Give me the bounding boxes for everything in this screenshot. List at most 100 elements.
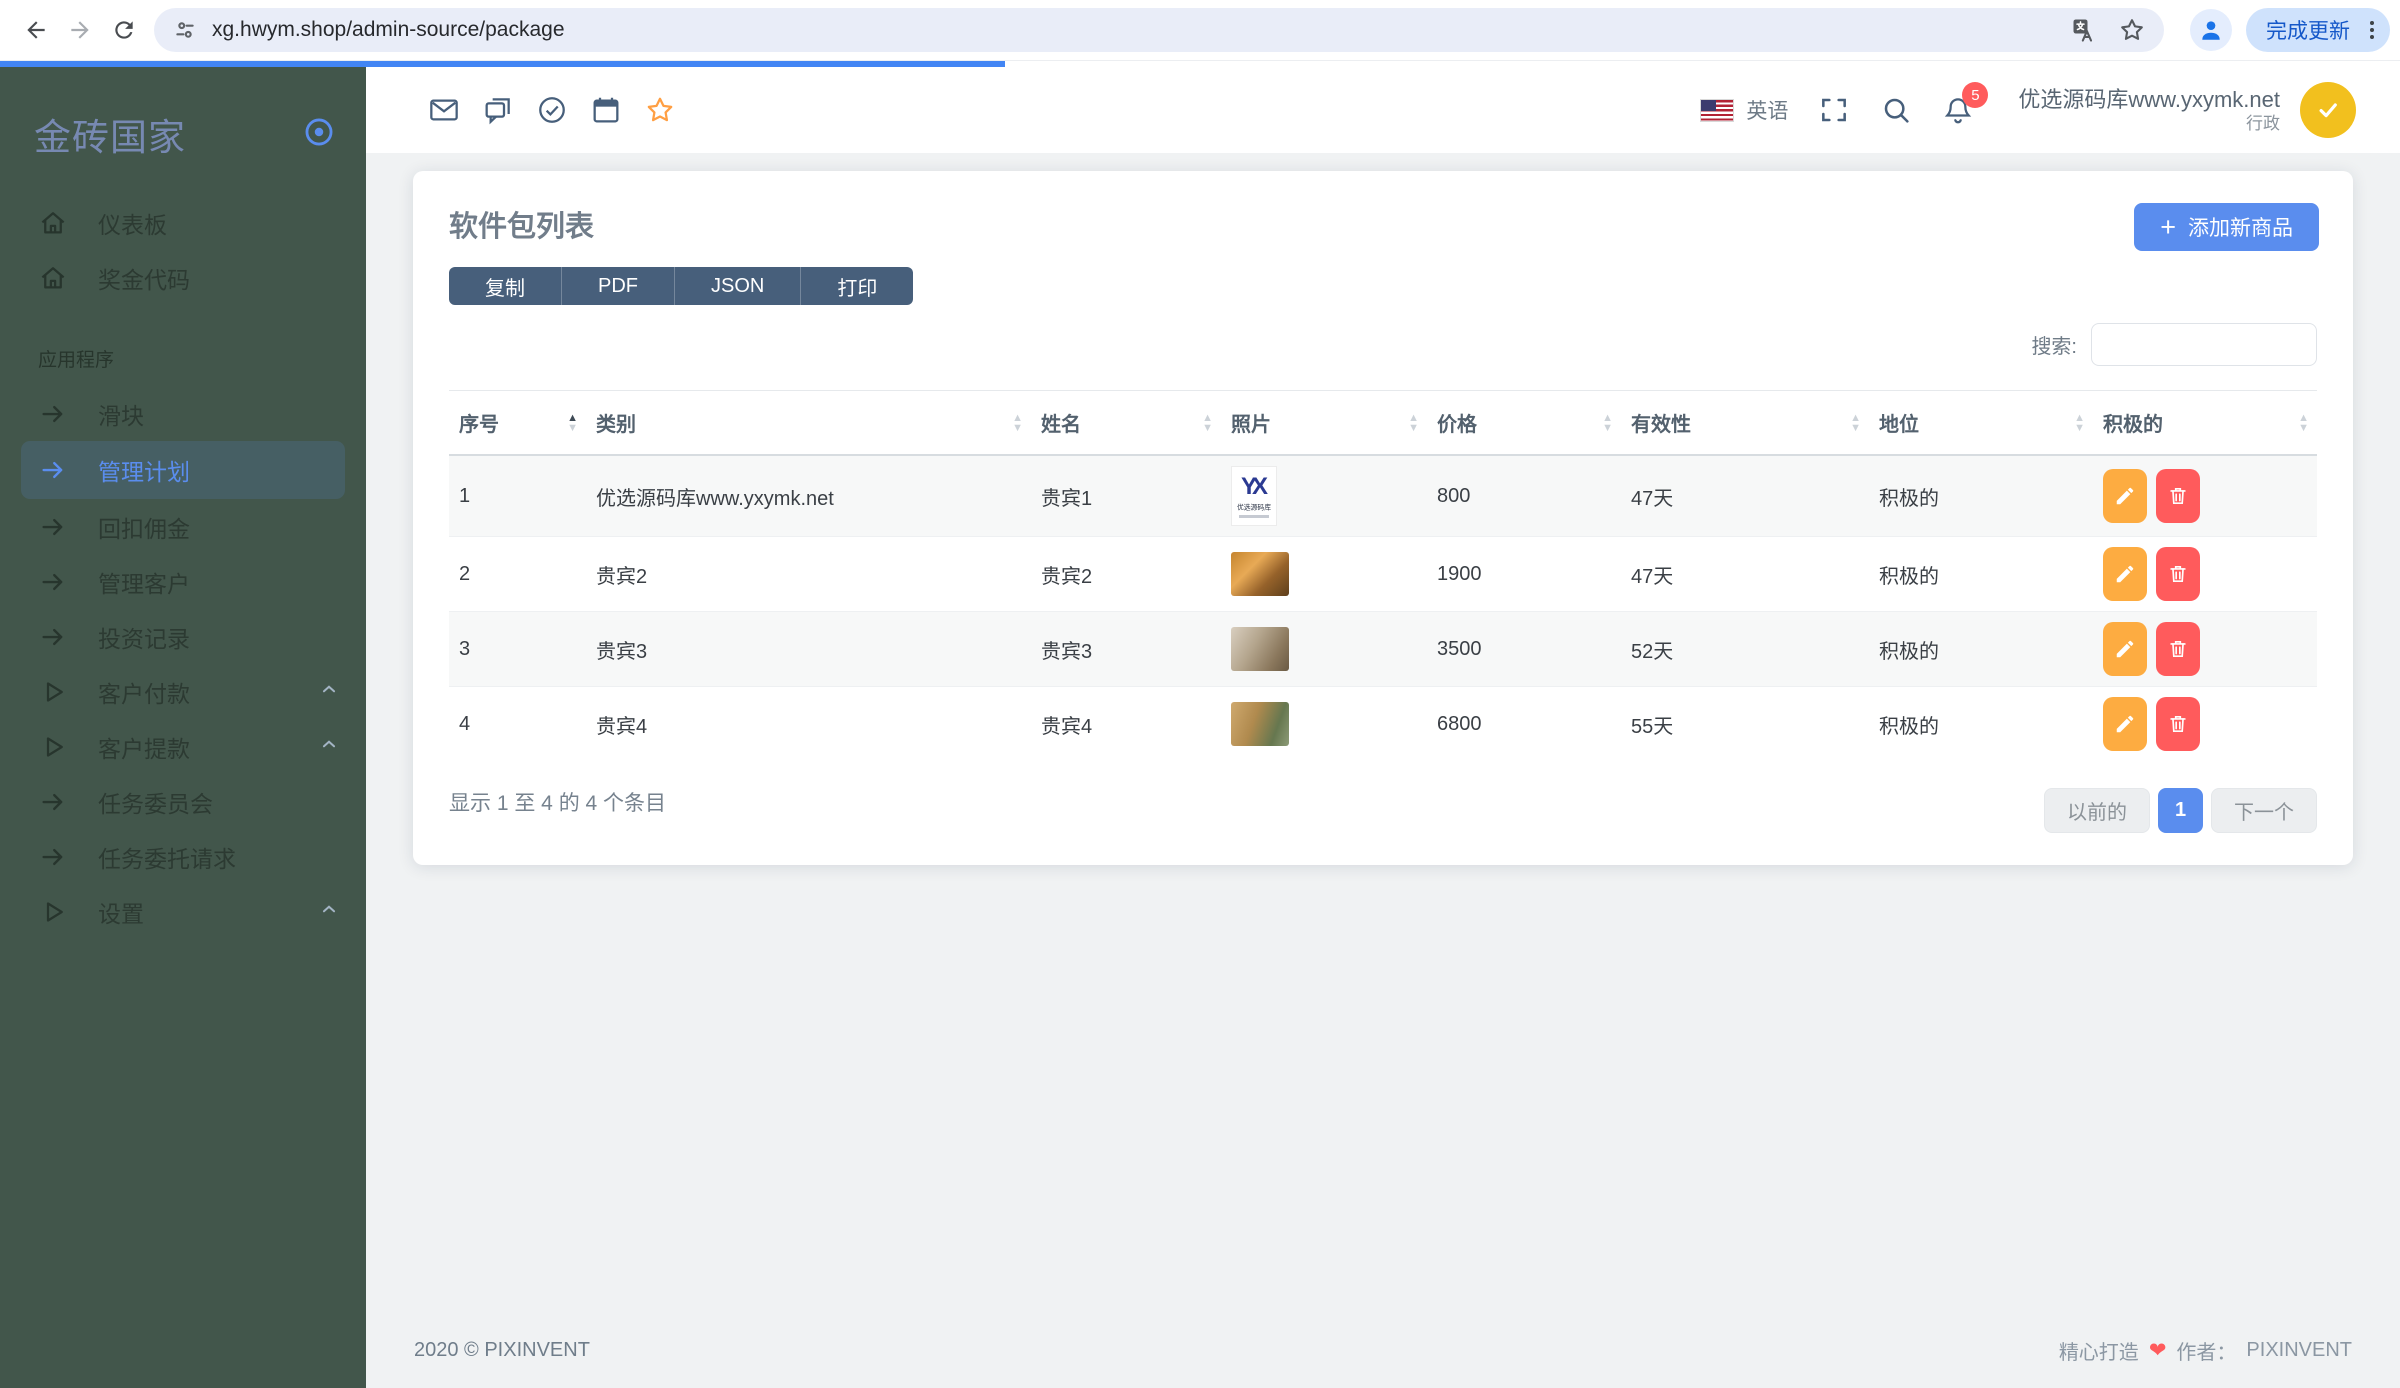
export-button[interactable]: 复制 (449, 267, 561, 305)
sidebar-item[interactable]: 仪表板 (0, 195, 366, 250)
sort-icons[interactable]: ▲ ▼ (1202, 412, 1213, 433)
sidebar-item[interactable]: 回扣佣金 (0, 499, 366, 554)
sort-icons[interactable]: ▲ ▼ (1408, 412, 1419, 433)
site-settings-icon[interactable] (172, 17, 198, 43)
cell-status: 积极的 (1869, 455, 2093, 537)
cell-name: 贵宾1 (1031, 455, 1221, 537)
edit-button[interactable] (2103, 547, 2147, 601)
cell-price: 3500 (1427, 611, 1621, 687)
delete-button[interactable] (2156, 469, 2200, 523)
column-header[interactable]: 照片 ▲ ▼ (1221, 390, 1427, 456)
search-icon[interactable] (1880, 94, 1912, 126)
us-flag-icon[interactable] (1700, 98, 1735, 122)
cell-validity: 47天 (1621, 455, 1869, 537)
bookmark-star-icon[interactable] (2118, 16, 2146, 44)
sidebar-item[interactable]: 任务委托请求 (0, 829, 366, 884)
cell-no: 1 (449, 455, 586, 537)
cell-name: 贵宾4 (1031, 686, 1221, 761)
sort-icons[interactable]: ▲ ▼ (2298, 412, 2309, 433)
user-role: 行政 (2246, 114, 2280, 134)
sort-icons[interactable]: ▲ ▼ (2074, 412, 2085, 433)
sort-icons[interactable]: ▲ ▼ (1850, 412, 1861, 433)
notification-badge: 5 (1962, 82, 1989, 108)
favorites-star-icon[interactable] (644, 94, 676, 126)
cell-category: 优选源码库www.yxymk.net (586, 455, 1031, 537)
pagination: 以前的 1 下一个 (2044, 788, 2317, 833)
reload-icon[interactable] (102, 8, 146, 52)
browser-profile-icon[interactable] (2190, 9, 2232, 51)
sidebar-item[interactable]: 客户提款 (0, 719, 366, 774)
export-button[interactable]: 打印 (800, 267, 914, 305)
check-circle-icon[interactable] (536, 94, 568, 126)
product-photo (1231, 627, 1289, 671)
cell-no: 2 (449, 536, 586, 612)
edit-button[interactable] (2103, 469, 2147, 523)
column-header[interactable]: 有效性 ▲ ▼ (1621, 390, 1869, 456)
edit-button[interactable] (2103, 622, 2147, 676)
play-icon (38, 677, 68, 707)
sidebar-item[interactable]: 滑块 (0, 386, 366, 441)
cell-validity: 55天 (1621, 686, 1869, 761)
delete-button[interactable] (2156, 622, 2200, 676)
delete-button[interactable] (2156, 547, 2200, 601)
cell-no: 3 (449, 611, 586, 687)
table-row: 4 贵宾4 贵宾4 6800 55天 积极的 (449, 686, 2317, 761)
address-bar[interactable]: xg.hwym.shop/admin-source/package (154, 8, 2164, 52)
sort-icons[interactable]: ▲ ▼ (1602, 412, 1613, 433)
cell-status: 积极的 (1869, 686, 2093, 761)
sidebar-item-label: 客户提款 (98, 735, 190, 762)
sidebar-item[interactable]: 任务委员会 (0, 774, 366, 829)
column-header[interactable]: 积极的 ▲ ▼ (2093, 390, 2317, 456)
browser-update-button[interactable]: 完成更新 (2246, 8, 2390, 52)
chat-icon[interactable] (482, 94, 514, 126)
cell-photo (1221, 536, 1427, 612)
sidebar-item[interactable]: 管理计划 (21, 441, 345, 499)
cell-photo: YX 优选源码库 (1221, 455, 1427, 537)
browser-menu-icon[interactable] (2364, 21, 2380, 39)
package-list-card: 软件包列表 复制 PDF JSON 打印 + 添加新商品 搜索: 序号 ▲ ▼ … (413, 171, 2353, 865)
sort-icons[interactable]: ▲ ▼ (567, 412, 578, 433)
sidebar-item-label: 任务委员会 (98, 790, 213, 817)
page-1-button[interactable]: 1 (2158, 788, 2203, 833)
column-header[interactable]: 类别 ▲ ▼ (586, 390, 1031, 456)
add-product-button[interactable]: + 添加新商品 (2134, 203, 2319, 251)
edit-button[interactable] (2103, 697, 2147, 751)
app-logo[interactable]: 金砖国家 (34, 107, 186, 161)
sidebar-toggle-icon[interactable] (302, 115, 336, 154)
sidebar-item[interactable]: 奖金代码 (0, 250, 366, 305)
fullscreen-icon[interactable] (1818, 94, 1850, 126)
delete-button[interactable] (2156, 697, 2200, 751)
cell-category: 贵宾2 (586, 536, 1031, 612)
plus-icon: + (2160, 211, 2176, 242)
footer-author-label: 作者： (2176, 1341, 2237, 1364)
sidebar-item[interactable]: 设置 (0, 884, 366, 939)
forward-icon[interactable] (58, 8, 102, 52)
sidebar-item[interactable]: 管理客户 (0, 554, 366, 609)
sort-icons[interactable]: ▲ ▼ (1012, 412, 1023, 433)
user-info[interactable]: 优选源码库www.yxymk.net 行政 (2018, 86, 2280, 135)
next-page-button[interactable]: 下一个 (2211, 788, 2317, 833)
column-header[interactable]: 地位 ▲ ▼ (1869, 390, 2093, 456)
logo-caption: 优选源码库 (1237, 503, 1271, 511)
table-row: 2 贵宾2 贵宾2 1900 47天 积极的 (449, 536, 2317, 612)
column-header[interactable]: 姓名 ▲ ▼ (1031, 390, 1221, 456)
language-selector[interactable]: 英语 (1746, 95, 1788, 125)
arrow-icon (38, 842, 68, 872)
calendar-icon[interactable] (590, 94, 622, 126)
user-avatar[interactable] (2300, 82, 2356, 138)
back-icon[interactable] (14, 8, 58, 52)
export-button[interactable]: JSON (674, 267, 801, 305)
export-button[interactable]: PDF (561, 267, 674, 305)
notifications-bell-icon[interactable]: 5 (1942, 82, 1989, 126)
url-text[interactable]: xg.hwym.shop/admin-source/package (212, 18, 2058, 42)
translate-icon[interactable] (2070, 16, 2098, 44)
previous-page-button[interactable]: 以前的 (2044, 788, 2150, 833)
sidebar-item[interactable]: 投资记录 (0, 609, 366, 664)
update-label: 完成更新 (2266, 20, 2350, 43)
column-header[interactable]: 价格 ▲ ▼ (1427, 390, 1621, 456)
column-header[interactable]: 序号 ▲ ▼ (449, 390, 586, 456)
chevron-up-icon (318, 678, 340, 706)
sidebar-item[interactable]: 客户付款 (0, 664, 366, 719)
search-input[interactable] (2091, 323, 2317, 366)
mail-icon[interactable] (428, 94, 460, 126)
